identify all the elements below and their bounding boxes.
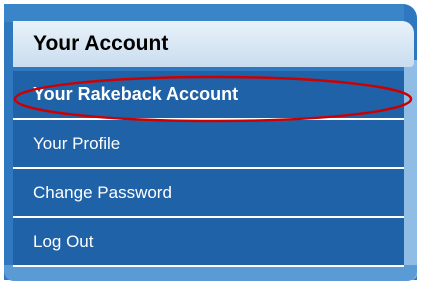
menu-item-label: Change Password xyxy=(33,182,172,202)
menu-item-label: Log Out xyxy=(33,231,94,251)
account-menu-list: Your Rakeback Account Your Profile Chang… xyxy=(13,71,404,267)
account-menu-panel: Your Account Your Rakeback Account Your … xyxy=(0,0,422,281)
menu-item-your-profile[interactable]: Your Profile xyxy=(13,120,404,169)
panel-right-edge xyxy=(404,60,417,280)
panel-top-strip xyxy=(4,4,404,22)
panel-bottom-edge xyxy=(4,265,417,281)
menu-header-your-account[interactable]: Your Account xyxy=(13,21,414,67)
menu-item-label: Your Rakeback Account xyxy=(33,84,239,104)
menu-item-log-out[interactable]: Log Out xyxy=(13,218,404,267)
menu-item-label: Your Profile xyxy=(33,133,121,153)
menu-item-your-rakeback-account[interactable]: Your Rakeback Account xyxy=(13,71,404,120)
menu-item-change-password[interactable]: Change Password xyxy=(13,169,404,218)
